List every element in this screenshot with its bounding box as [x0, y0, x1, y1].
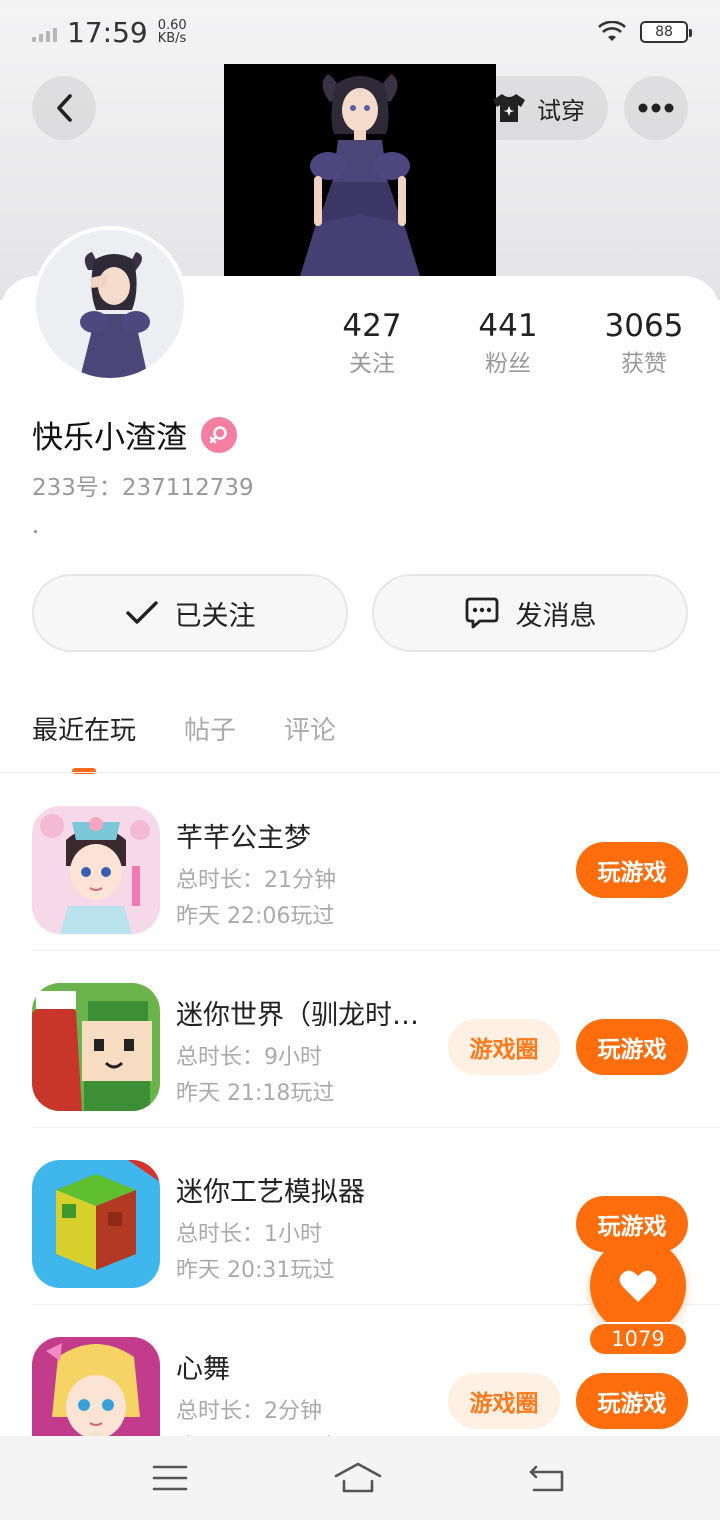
avatar-image [36, 230, 184, 378]
name-row: 快乐小渣渣 [32, 412, 237, 457]
user-id: 233号：237112739 [32, 475, 254, 501]
like-count: 1079 [588, 1322, 688, 1356]
profile-tabs: 最近在玩 帖子 评论 [32, 710, 336, 754]
menu-icon[interactable] [152, 1464, 188, 1492]
checkmark-icon [125, 601, 158, 624]
game-circle-button[interactable]: 游戏圈 [448, 1019, 560, 1075]
game-duration: 总时长：1小时 [176, 1222, 322, 1247]
stat-following-label: 关注 [349, 351, 395, 377]
net-speed-unit: KB/s [157, 31, 187, 46]
dress-up-character-image [224, 64, 496, 276]
battery-level: 88 [655, 24, 673, 40]
game-circle-button[interactable]: 游戏圈 [448, 1373, 560, 1429]
send-message-button[interactable]: 发消息 [372, 574, 688, 652]
back-button[interactable] [32, 76, 96, 140]
play-game-button[interactable]: 玩游戏 [576, 1019, 688, 1075]
tshirt-icon [493, 94, 525, 122]
game-last-played: 昨天 20:31玩过 [176, 1258, 335, 1283]
back-nav-icon[interactable] [528, 1463, 568, 1493]
game-icon-princess-dream [32, 806, 160, 934]
play-game-button[interactable]: 玩游戏 [576, 842, 688, 898]
status-bar: 17:59 0.60 KB/s 88 [0, 0, 720, 64]
system-nav-bar [0, 1436, 720, 1520]
like-button[interactable] [590, 1238, 686, 1334]
chevron-left-icon [57, 94, 72, 122]
stat-following-count: 427 [342, 308, 402, 344]
stat-followers-count: 441 [478, 308, 538, 344]
game-duration: 总时长：9小时 [176, 1045, 322, 1070]
game-title: 心舞 [176, 1354, 230, 1385]
game-title: 芊芊公主梦 [176, 823, 311, 854]
net-speed: 0.60 KB/s [158, 19, 187, 45]
heart-icon [619, 1270, 657, 1302]
wifi-icon [598, 21, 626, 41]
game-icon-mini-craft [32, 1160, 160, 1288]
chat-bubble-icon [465, 597, 498, 629]
more-button[interactable] [624, 76, 688, 140]
game-title: 迷你工艺模拟器 [176, 1177, 365, 1208]
followed-label: 已关注 [174, 600, 256, 632]
avatar[interactable] [32, 226, 188, 382]
list-item[interactable]: 芊芊公主梦 总时长：21分钟 昨天 22:06玩过 玩游戏 [0, 774, 720, 951]
stat-followers[interactable]: 441 粉丝 [448, 306, 568, 382]
female-gender-icon [201, 416, 237, 453]
user-bio: . [32, 514, 39, 539]
stat-likes[interactable]: 3065 获赞 [584, 306, 704, 382]
tabs-divider [0, 772, 720, 773]
home-icon[interactable] [333, 1461, 383, 1495]
stat-followers-label: 粉丝 [485, 351, 531, 377]
game-last-played: 昨天 21:18玩过 [176, 1081, 335, 1106]
followed-button[interactable]: 已关注 [32, 574, 348, 652]
more-dots-icon [638, 103, 674, 113]
try-on-label: 试穿 [537, 96, 585, 125]
tab-recently-played[interactable]: 最近在玩 [32, 710, 136, 754]
stat-likes-label: 获赞 [621, 351, 667, 377]
tab-posts[interactable]: 帖子 [184, 710, 236, 754]
play-game-button[interactable]: 玩游戏 [576, 1373, 688, 1429]
game-last-played: 昨天 22:06玩过 [176, 904, 335, 929]
tab-comments[interactable]: 评论 [284, 710, 336, 754]
game-title: 迷你世界（驯龙时… [176, 1000, 419, 1031]
status-time: 17:59 [67, 15, 148, 49]
game-icon-mini-world [32, 983, 160, 1111]
battery-icon: 88 [640, 21, 692, 43]
game-duration: 总时长：2分钟 [176, 1399, 322, 1424]
list-item[interactable]: 迷你世界（驯龙时… 总时长：9小时 昨天 21:18玩过 游戏圈 玩游戏 [0, 951, 720, 1128]
signal-icon [32, 22, 57, 42]
send-message-label: 发消息 [515, 600, 597, 632]
try-on-button[interactable]: 试穿 [468, 76, 608, 140]
recent-games-list: 芊芊公主梦 总时长：21分钟 昨天 22:06玩过 玩游戏 迷你世界（驯龙时… … [0, 774, 720, 1482]
stat-following[interactable]: 427 关注 [312, 306, 432, 382]
user-name: 快乐小渣渣 [32, 420, 187, 456]
game-duration: 总时长：21分钟 [176, 868, 336, 893]
stat-likes-count: 3065 [604, 308, 684, 344]
